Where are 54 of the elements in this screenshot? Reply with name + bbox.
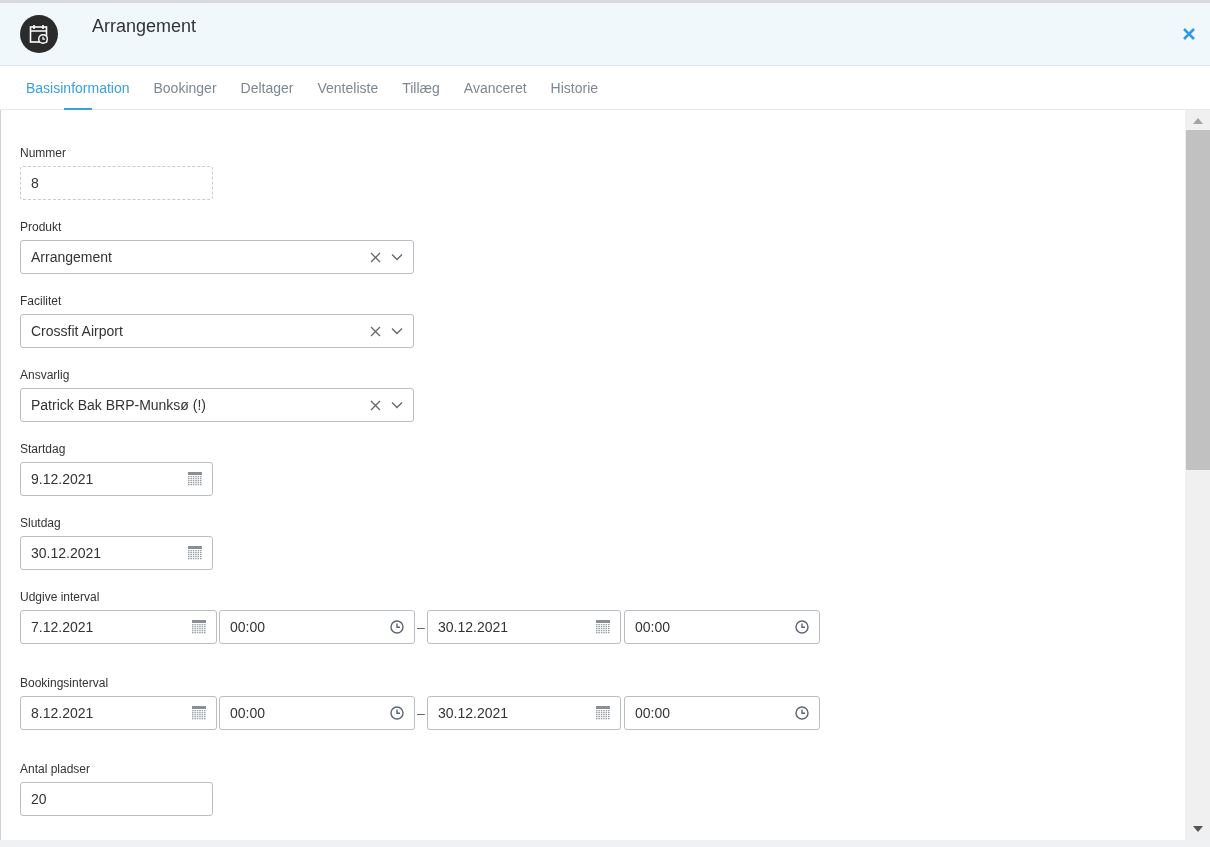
tab[interactable]: Venteliste [317, 66, 379, 109]
date-field[interactable]: 30.12.2021 [20, 536, 213, 570]
field-label: Facilitet [20, 294, 63, 310]
calendar-icon[interactable] [192, 620, 206, 634]
field-label: Startdag [20, 442, 67, 458]
number-field[interactable]: 20 [20, 782, 213, 816]
chevron-down-icon[interactable] [391, 327, 403, 335]
field-label: Ansvarlig [20, 368, 71, 384]
time-field[interactable]: 00:00 [624, 696, 820, 730]
field-label: Udgive interval [20, 590, 101, 606]
field-label: Bookingsinterval [20, 676, 110, 692]
tab[interactable]: Avanceret [463, 66, 527, 109]
clock-icon[interactable] [390, 706, 404, 720]
calendar-icon[interactable] [596, 620, 610, 634]
tab[interactable]: Deltager [240, 66, 294, 109]
clock-icon[interactable] [795, 706, 809, 720]
clock-icon[interactable] [795, 620, 809, 634]
number-field[interactable]: 8 [20, 166, 213, 200]
scroll-down-icon[interactable] [1192, 826, 1203, 832]
tab[interactable]: Tillæg [402, 66, 440, 109]
select-field[interactable]: Patrick Bak BRP-Munksø (!) [20, 388, 414, 422]
scrollbar-thumb[interactable] [1185, 130, 1210, 470]
calendar-icon[interactable] [596, 706, 610, 720]
date-field[interactable]: 8.12.2021 [20, 696, 217, 730]
time-field[interactable]: 00:00 [624, 610, 820, 644]
chevron-down-icon[interactable] [391, 401, 403, 409]
close-icon[interactable] [1182, 27, 1196, 41]
scroll-up-icon[interactable] [1192, 118, 1203, 124]
select-field[interactable]: Arrangement [20, 240, 414, 274]
calendar-icon[interactable] [188, 472, 202, 486]
field-label: Slutdag [20, 516, 62, 532]
tab[interactable]: Bookinger [153, 66, 217, 109]
event-calendar-icon [20, 15, 58, 53]
field-label: Nummer [20, 146, 67, 162]
field-label: Antal pladser [20, 762, 92, 778]
clear-icon[interactable] [370, 251, 381, 263]
window-title: Arrangement [92, 16, 198, 37]
range-separator: – [416, 619, 426, 635]
calendar-icon[interactable] [192, 706, 206, 720]
date-field[interactable]: 7.12.2021 [20, 610, 217, 644]
chevron-down-icon[interactable] [391, 253, 403, 261]
clear-icon[interactable] [370, 325, 381, 337]
date-field[interactable]: 30.12.2021 [427, 610, 621, 644]
clear-icon[interactable] [370, 399, 381, 411]
calendar-icon[interactable] [188, 546, 202, 560]
date-field[interactable]: 9.12.2021 [20, 462, 213, 496]
range-separator: – [416, 705, 426, 721]
time-field[interactable]: 00:00 [219, 610, 415, 644]
time-field[interactable]: 00:00 [219, 696, 415, 730]
tab[interactable]: Historie [550, 66, 599, 109]
date-field[interactable]: 30.12.2021 [427, 696, 621, 730]
select-field[interactable]: Crossfit Airport [20, 314, 414, 348]
clock-icon[interactable] [390, 620, 404, 634]
field-label: Produkt [20, 220, 63, 236]
